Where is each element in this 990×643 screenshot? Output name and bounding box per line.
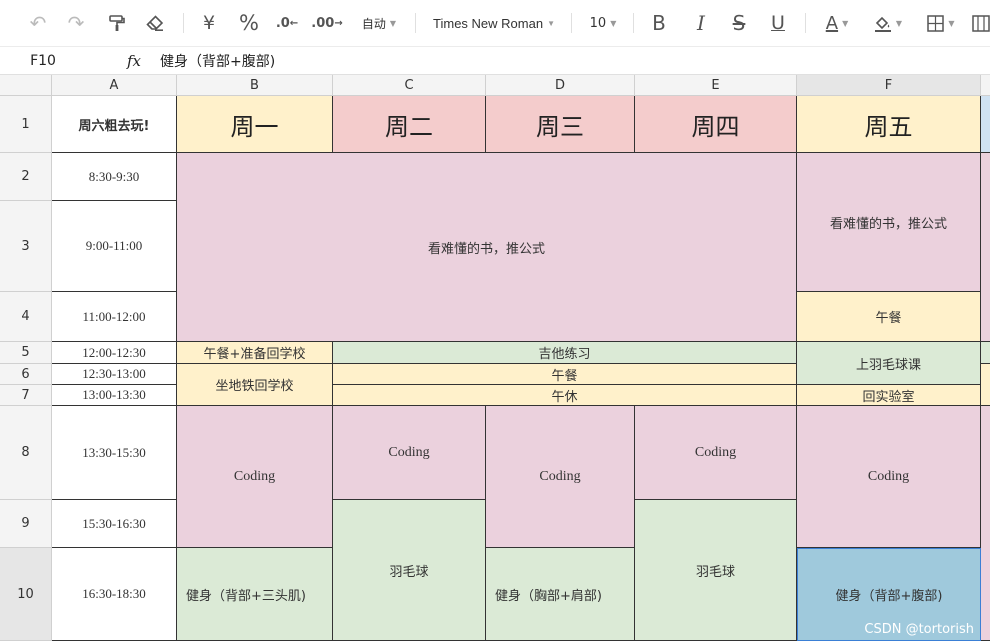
- toolbar-separator: [183, 13, 184, 33]
- cell-time[interactable]: 12:00-12:30: [52, 342, 177, 364]
- cell-g8[interactable]: [981, 406, 990, 641]
- cell-b10[interactable]: 健身（背部+三头肌): [177, 548, 333, 641]
- column-header-e[interactable]: E: [635, 75, 797, 96]
- chevron-down-icon: ▼: [547, 18, 555, 28]
- format-painter-icon[interactable]: [104, 0, 130, 46]
- italic-icon[interactable]: I: [688, 0, 714, 46]
- watermark: CSDN @tortorish: [864, 622, 974, 637]
- cell-badminton-class[interactable]: 上羽毛球课: [797, 342, 981, 385]
- borders-icon[interactable]: ▼: [921, 0, 961, 46]
- cell-coding-tue[interactable]: Coding: [333, 406, 486, 500]
- cell-time[interactable]: 11:00-12:00: [52, 292, 177, 342]
- row-header[interactable]: 10: [0, 548, 52, 641]
- number-format-dropdown[interactable]: 自动 ▼: [355, 0, 403, 46]
- percent-icon[interactable]: %: [236, 0, 262, 46]
- cell-reference: F10: [30, 52, 56, 69]
- font-family-value: Times New Roman: [433, 15, 544, 31]
- cell-time[interactable]: 9:00-11:00: [52, 201, 177, 292]
- toolbar-separator: [571, 13, 572, 33]
- toolbar-separator: [805, 13, 806, 33]
- cell-day-mon[interactable]: 周一: [177, 96, 333, 153]
- cell-study-friday[interactable]: 看难懂的书，推公式: [797, 153, 981, 292]
- cell-back-to-lab[interactable]: 回实验室: [797, 385, 981, 406]
- cell-coding-wed[interactable]: Coding: [486, 406, 635, 548]
- cell-a1[interactable]: 周六粗去玩!: [52, 96, 177, 153]
- increase-decimal-icon[interactable]: .00 →: [311, 0, 342, 46]
- number-format-value: 自动: [361, 16, 386, 31]
- formula-input[interactable]: 健身（背部+腹部): [160, 47, 980, 74]
- cell-d10[interactable]: 健身（胸部+肩部): [486, 548, 635, 641]
- column-header-c[interactable]: C: [333, 75, 486, 96]
- toolbar-separator: [415, 13, 416, 33]
- font-size-dropdown[interactable]: 10 ▼: [585, 0, 621, 46]
- redo-icon[interactable]: ↷: [63, 0, 89, 46]
- cell-time[interactable]: 12:30-13:00: [52, 364, 177, 385]
- cell-time[interactable]: 13:00-13:30: [52, 385, 177, 406]
- cell-lunch[interactable]: 午餐: [333, 364, 797, 385]
- cell-coding-thu[interactable]: Coding: [635, 406, 797, 500]
- cell-b6[interactable]: 坐地铁回学校: [177, 364, 333, 406]
- merge-cells-icon[interactable]: [972, 0, 990, 46]
- cell-time[interactable]: 15:30-16:30: [52, 500, 177, 548]
- row-header[interactable]: 1: [0, 96, 52, 153]
- column-header-b[interactable]: B: [177, 75, 333, 96]
- chevron-down-icon: ▼: [610, 18, 617, 28]
- row-header[interactable]: 8: [0, 406, 52, 500]
- chevron-down-icon: ▼: [948, 18, 955, 28]
- font-size-value: 10: [589, 15, 607, 31]
- undo-icon[interactable]: ↶: [25, 0, 51, 46]
- row-header[interactable]: 7: [0, 385, 52, 406]
- underline-icon[interactable]: U: [765, 0, 791, 46]
- row-header[interactable]: 9: [0, 500, 52, 548]
- cell-g6[interactable]: [981, 364, 990, 406]
- column-header-d[interactable]: D: [486, 75, 635, 96]
- bold-icon[interactable]: B: [646, 0, 672, 46]
- row-header[interactable]: 6: [0, 364, 52, 385]
- strikethrough-icon[interactable]: S: [726, 0, 752, 46]
- fx-icon: fx: [126, 51, 141, 70]
- formula-bar: F10 fx 健身（背部+腹部): [0, 46, 990, 75]
- spreadsheet-grid: A B C D E F 1 2 3 4 5 6 7 8 9 10 周六粗去玩! …: [0, 75, 990, 643]
- decrease-decimal-icon[interactable]: .0 ←: [274, 0, 300, 46]
- cell-study-block[interactable]: 看难懂的书，推公式: [177, 153, 797, 342]
- row-header[interactable]: 4: [0, 292, 52, 342]
- cell-g1[interactable]: [981, 96, 990, 153]
- font-family-dropdown[interactable]: Times New Roman ▼: [428, 0, 560, 46]
- cell-day-thu[interactable]: 周四: [635, 96, 797, 153]
- clear-format-icon[interactable]: [142, 0, 168, 46]
- chevron-down-icon: ▼: [842, 18, 849, 28]
- cell-day-wed[interactable]: 周三: [486, 96, 635, 153]
- cell-nap[interactable]: 午休: [333, 385, 797, 406]
- cell-day-fri[interactable]: 周五: [797, 96, 981, 153]
- cell-guitar[interactable]: 吉他练习: [333, 342, 797, 364]
- cell-lunch-friday[interactable]: 午餐: [797, 292, 981, 342]
- column-header-g[interactable]: [981, 75, 990, 96]
- cell-b5[interactable]: 午餐+准备回学校: [177, 342, 333, 364]
- currency-icon[interactable]: ¥: [197, 0, 221, 46]
- cell-coding-mon[interactable]: Coding: [177, 406, 333, 548]
- select-all-corner[interactable]: [0, 75, 52, 96]
- cell-coding-fri[interactable]: Coding: [797, 406, 981, 548]
- column-header-a[interactable]: A: [52, 75, 177, 96]
- toolbar-separator: [633, 13, 634, 33]
- cell-badminton-thu[interactable]: 羽毛球: [635, 500, 797, 641]
- cell-g5[interactable]: [981, 342, 990, 364]
- fill-color-icon[interactable]: ▼: [868, 0, 908, 46]
- cell-time[interactable]: 13:30-15:30: [52, 406, 177, 500]
- row-header[interactable]: 5: [0, 342, 52, 364]
- chevron-down-icon: ▼: [389, 18, 397, 28]
- cell-badminton-tue[interactable]: 羽毛球: [333, 500, 486, 641]
- cell-time[interactable]: 8:30-9:30: [52, 153, 177, 201]
- cell-reference-box[interactable]: F10: [0, 47, 112, 74]
- cell-g2[interactable]: [981, 153, 990, 342]
- toolbar: ↶ ↷ ¥ % .0 ← .00 → 自动 ▼ Times New Roman ▼ 10…: [0, 0, 990, 46]
- row-header[interactable]: 2: [0, 153, 52, 201]
- text-color-icon[interactable]: A ▼: [818, 0, 856, 46]
- cell-day-tue[interactable]: 周二: [333, 96, 486, 153]
- row-header[interactable]: 3: [0, 201, 52, 292]
- cell-time[interactable]: 16:30-18:30: [52, 548, 177, 641]
- column-header-f[interactable]: F: [797, 75, 981, 96]
- chevron-down-icon: ▼: [895, 18, 903, 28]
